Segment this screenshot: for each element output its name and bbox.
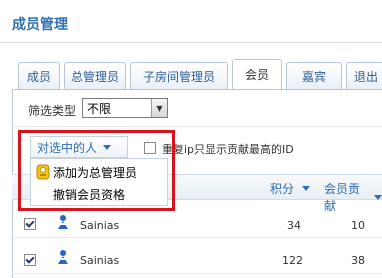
chevron-down-icon[interactable]: ▼ bbox=[151, 99, 167, 117]
column-header-points[interactable]: 积分 bbox=[270, 180, 311, 197]
member-points: 34 bbox=[287, 219, 301, 232]
filter-type-value: 不限 bbox=[87, 101, 112, 116]
tab-subroom-admins[interactable]: 子房间管理员 bbox=[130, 62, 228, 89]
tab-members[interactable]: 成员 bbox=[18, 62, 60, 89]
filter-type-select[interactable]: 不限 ▼ bbox=[82, 98, 168, 118]
member-name[interactable]: Sainias bbox=[80, 254, 119, 267]
menu-item-label: 添加为总管理员 bbox=[53, 165, 138, 180]
menu-item-label: 撤销会员资格 bbox=[53, 187, 126, 202]
filter-type-label: 筛选类型 bbox=[28, 104, 77, 118]
sort-caret-icon[interactable] bbox=[302, 186, 311, 191]
member-contribution: 10 bbox=[351, 219, 365, 232]
dedupe-ip-checkbox[interactable] bbox=[144, 142, 156, 154]
chevron-down-icon bbox=[103, 144, 112, 150]
column-label: 积分 bbox=[270, 182, 295, 196]
title-divider bbox=[0, 42, 382, 43]
member-icon bbox=[58, 250, 68, 264]
member-icon bbox=[58, 215, 68, 229]
batch-action-label: 对选中的人 bbox=[37, 140, 98, 155]
tab-super-admins[interactable]: 总管理员 bbox=[64, 62, 126, 89]
member-points: 122 bbox=[282, 254, 303, 267]
tab-guests[interactable]: 嘉宾 bbox=[286, 62, 342, 89]
tab-exited[interactable]: 退出 bbox=[346, 62, 382, 89]
row-checkbox[interactable] bbox=[24, 254, 36, 266]
tab-bar: 成员 总管理员 子房间管理员 会员 嘉宾 退出 bbox=[18, 59, 382, 90]
menu-item-add-super-admin[interactable]: 添加为总管理员 bbox=[31, 161, 167, 183]
tab-vip-members[interactable]: 会员 bbox=[232, 59, 282, 89]
dedupe-ip-label: 重复ip只显示贡献最高的ID bbox=[162, 143, 294, 156]
sort-caret-icon[interactable] bbox=[374, 194, 382, 200]
toolbar-divider bbox=[12, 126, 382, 127]
page-title: 成员管理 bbox=[12, 17, 68, 33]
row-checkbox[interactable] bbox=[24, 218, 36, 230]
menu-item-revoke-membership[interactable]: 撤销会员资格 bbox=[31, 183, 167, 205]
member-contribution: 38 bbox=[351, 254, 365, 267]
batch-action-menu: 添加为总管理员 撤销会员资格 bbox=[30, 158, 168, 206]
batch-action-dropdown[interactable]: 对选中的人 bbox=[30, 136, 128, 158]
member-name[interactable]: Sainias bbox=[80, 219, 119, 232]
admin-badge-icon bbox=[36, 164, 50, 180]
